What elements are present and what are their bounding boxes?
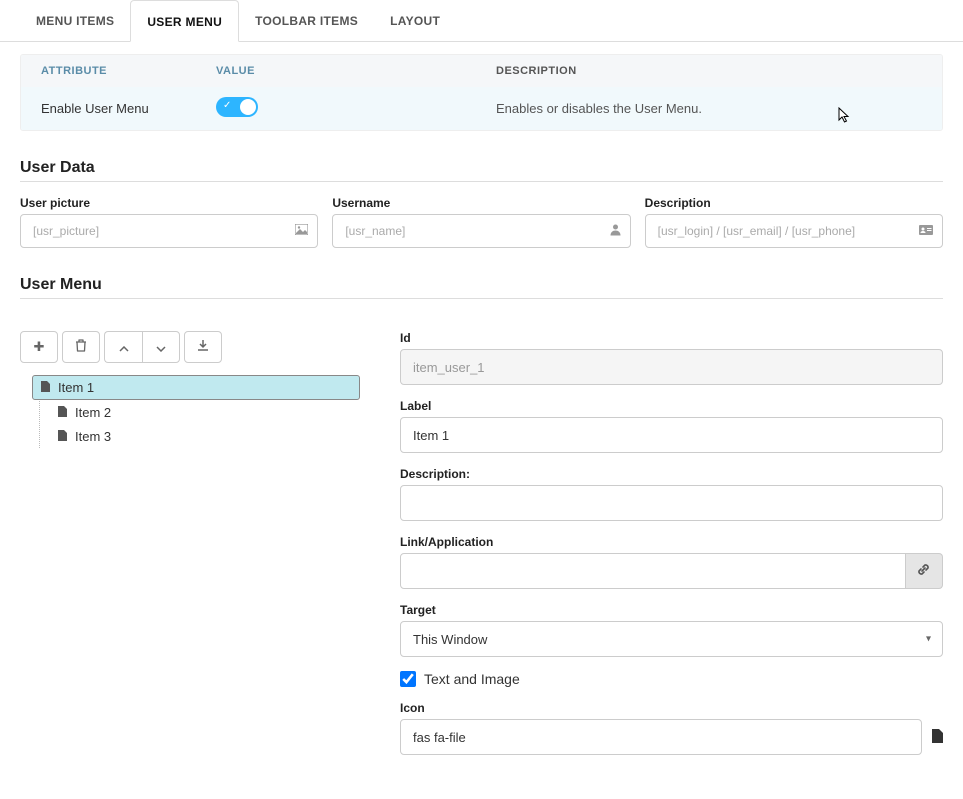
item-description-input[interactable] [400, 485, 943, 521]
username-input[interactable] [332, 214, 630, 248]
plus-icon: ✚ [34, 339, 45, 355]
section-title-user-menu: User Menu [20, 276, 943, 294]
enable-user-menu-description: Enables or disables the User Menu. [496, 101, 922, 116]
id-label: Id [400, 331, 943, 345]
link-picker-button[interactable] [906, 553, 943, 589]
file-icon [58, 406, 67, 420]
section-title-user-data: User Data [20, 159, 943, 177]
link-input[interactable] [400, 553, 906, 589]
description-field-label: Description: [400, 467, 943, 481]
tree-toolbar: ✚ [20, 331, 360, 363]
tab-menu-items[interactable]: MENU ITEMS [20, 0, 130, 41]
tab-layout[interactable]: LAYOUT [374, 0, 456, 41]
chevron-down-icon [156, 340, 166, 355]
user-picture-label: User picture [20, 196, 318, 210]
download-icon [197, 339, 209, 355]
link-icon [916, 562, 931, 580]
tree-item[interactable]: Item 2 [50, 401, 360, 424]
add-button[interactable]: ✚ [20, 331, 58, 363]
move-up-button[interactable] [104, 331, 142, 363]
description-label: Description [645, 196, 943, 210]
username-label: Username [332, 196, 630, 210]
description-input[interactable] [645, 214, 943, 248]
col-header-attribute: ATTRIBUTE [41, 65, 216, 77]
text-and-image-label[interactable]: Text and Image [424, 671, 520, 687]
trash-icon [75, 339, 87, 355]
attribute-table: ATTRIBUTE VALUE DESCRIPTION Enable User … [20, 54, 943, 131]
icon-field-label: Icon [400, 701, 943, 715]
target-select[interactable]: This Window [400, 621, 943, 657]
tab-toolbar-items[interactable]: TOOLBAR ITEMS [239, 0, 374, 41]
user-icon [610, 224, 621, 239]
items-tree: Item 1 Item 2 Item 3 [32, 375, 360, 448]
label-input[interactable] [400, 417, 943, 453]
tab-user-menu[interactable]: USER MENU [130, 0, 239, 42]
tree-item[interactable]: Item 1 [32, 375, 360, 400]
col-header-value: VALUE [216, 65, 496, 77]
file-icon [41, 381, 50, 395]
tree-item-label: Item 3 [75, 429, 111, 444]
tree-item[interactable]: Item 3 [50, 425, 360, 448]
target-label: Target [400, 603, 943, 617]
delete-button[interactable] [62, 331, 100, 363]
user-picture-input[interactable] [20, 214, 318, 248]
link-label: Link/Application [400, 535, 943, 549]
label-field-label: Label [400, 399, 943, 413]
chevron-up-icon [119, 340, 129, 355]
tree-item-label: Item 2 [75, 405, 111, 420]
col-header-description: DESCRIPTION [496, 65, 922, 77]
id-card-icon [919, 224, 933, 238]
icon-input[interactable] [400, 719, 922, 755]
toggle-knob [240, 99, 256, 115]
divider [20, 181, 943, 182]
image-icon [295, 224, 308, 238]
file-icon [932, 729, 943, 746]
divider [20, 298, 943, 299]
import-button[interactable] [184, 331, 222, 363]
id-input [400, 349, 943, 385]
tabs-bar: MENU ITEMS USER MENU TOOLBAR ITEMS LAYOU… [0, 0, 963, 42]
enable-user-menu-toggle[interactable]: ✓ [216, 97, 258, 117]
tree-item-label: Item 1 [58, 380, 94, 395]
file-icon [58, 430, 67, 444]
text-and-image-checkbox[interactable] [400, 671, 416, 687]
enable-user-menu-label: Enable User Menu [41, 101, 216, 116]
check-icon: ✓ [223, 100, 231, 111]
move-down-button[interactable] [142, 331, 180, 363]
